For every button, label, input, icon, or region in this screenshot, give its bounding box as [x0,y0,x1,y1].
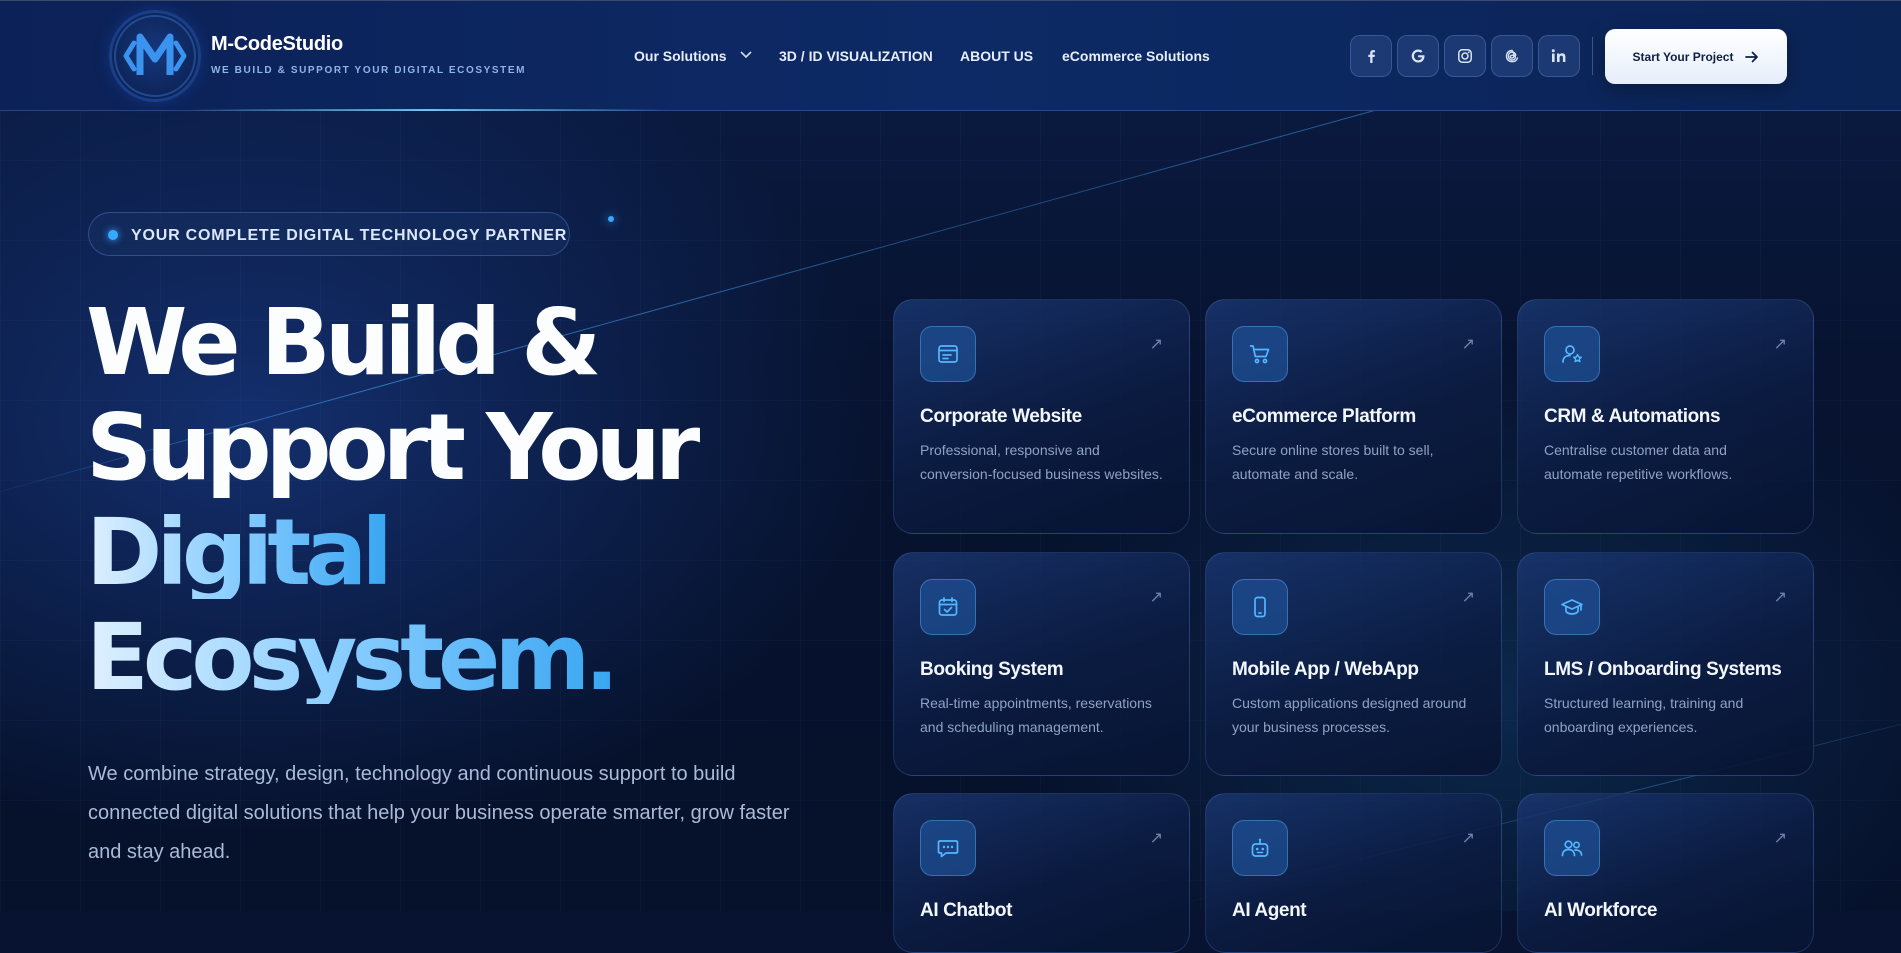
glow-dot [608,216,614,222]
service-card-corporate-website[interactable]: ↗ Corporate Website Professional, respon… [893,299,1190,534]
card-title: Mobile App / WebApp [1232,659,1419,680]
hero-badge-text: YOUR COMPLETE DIGITAL TECHNOLOGY PARTNER [131,227,568,244]
header-divider [1592,37,1593,75]
arrow-up-right-icon: ↗ [1773,336,1787,353]
smartphone-icon [1232,579,1288,635]
chevron-down-icon[interactable] [740,51,752,59]
arrow-up-right-icon: ↗ [1149,589,1163,606]
header-glow [190,109,670,111]
headline-line-4: Ecosystem. [86,604,619,711]
browser-window-icon [920,326,976,382]
card-description: Centralise customer data and automate re… [1544,442,1733,482]
card-title: AI Workforce [1544,900,1658,921]
headline-line-3: Digital [86,499,393,606]
service-card-ai-agent[interactable]: ↗ AI Agent [1205,793,1502,953]
nav-3d-visualization[interactable]: 3D / ID VISUALIZATION [779,48,933,64]
threads-icon[interactable] [1491,35,1533,77]
hero-lead-text: We combine strategy, design, technology … [88,763,790,863]
card-description: Structured learning, training and onboar… [1544,695,1744,735]
arrow-up-right-icon: ↗ [1461,336,1475,353]
site-header: M-CodeStudio WE BUILD & SUPPORT YOUR DIG… [0,0,1901,111]
chat-bubble-icon [920,820,976,876]
arrow-up-right-icon: ↗ [1773,830,1787,847]
arrow-up-right-icon: ↗ [1773,589,1787,606]
card-title: CRM & Automations [1544,406,1721,427]
service-card-booking-system[interactable]: ↗ Booking System Real-time appointments,… [893,552,1190,776]
brand-name[interactable]: M-CodeStudio [211,33,343,56]
user-star-icon [1544,326,1600,382]
instagram-icon[interactable] [1444,35,1486,77]
start-project-button[interactable]: Start Your Project [1605,29,1787,84]
shopping-cart-icon [1232,326,1288,382]
start-project-label: Start Your Project [1632,49,1734,64]
card-title: AI Agent [1232,900,1307,921]
arrow-up-right-icon: ↗ [1461,830,1475,847]
service-card-crm-automations[interactable]: ↗ CRM & Automations Centralise customer … [1517,299,1814,534]
arrow-up-right-icon: ↗ [1461,589,1475,606]
facebook-icon[interactable] [1350,35,1392,77]
robot-icon [1232,820,1288,876]
arrow-right-icon [1745,51,1759,62]
badge-dot-icon [108,230,118,240]
headline-line-2: Support Your [86,394,700,501]
service-card-mobile-app[interactable]: ↗ Mobile App / WebApp Custom application… [1205,552,1502,776]
hero-badge: YOUR COMPLETE DIGITAL TECHNOLOGY PARTNER [88,212,570,256]
brand-tagline: WE BUILD & SUPPORT YOUR DIGITAL ECOSYSTE… [211,65,527,76]
card-title: Booking System [920,659,1064,680]
service-card-ecommerce-platform[interactable]: ↗ eCommerce Platform Secure online store… [1205,299,1502,534]
card-title: eCommerce Platform [1232,406,1416,427]
linkedin-icon[interactable] [1538,35,1580,77]
card-title: Corporate Website [920,406,1082,427]
users-icon [1544,820,1600,876]
arrow-up-right-icon: ↗ [1149,830,1163,847]
card-description: Secure online stores built to sell, auto… [1232,442,1434,482]
card-description: Custom applications designed around your… [1232,695,1467,735]
graduation-cap-icon [1544,579,1600,635]
headline-line-1: We Build & [86,289,601,396]
card-description: Professional, responsive and conversion-… [920,442,1163,482]
card-title: LMS / Onboarding Systems [1544,659,1782,680]
card-description: Real-time appointments, reservations and… [920,695,1152,735]
nav-about-us[interactable]: ABOUT US [960,48,1033,64]
calendar-check-icon [920,579,976,635]
arrow-up-right-icon: ↗ [1149,336,1163,353]
service-card-ai-chatbot[interactable]: ↗ AI Chatbot [893,793,1190,953]
nav-our-solutions[interactable]: Our Solutions [634,48,727,64]
service-card-lms-onboarding[interactable]: ↗ LMS / Onboarding Systems Structured le… [1517,552,1814,776]
nav-ecommerce-solutions[interactable]: eCommerce Solutions [1062,48,1210,64]
service-card-ai-workforce[interactable]: ↗ AI Workforce [1517,793,1814,953]
card-title: AI Chatbot [920,900,1013,921]
logo-icon[interactable] [112,13,198,99]
google-icon[interactable] [1397,35,1439,77]
